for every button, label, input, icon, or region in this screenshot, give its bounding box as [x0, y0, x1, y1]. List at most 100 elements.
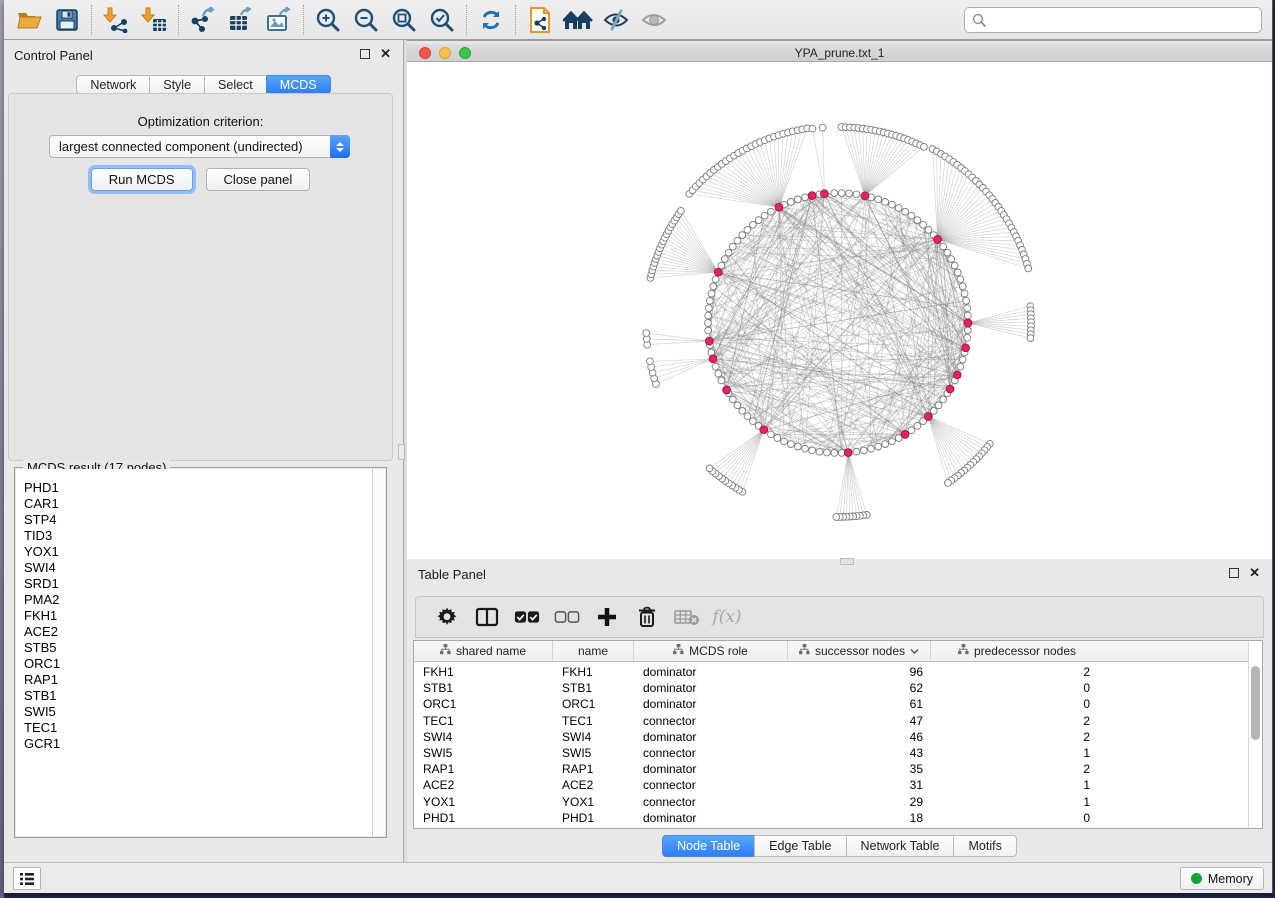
hide-selected-eye-slash-button[interactable]	[597, 3, 635, 37]
mcds-result-item[interactable]: FKH1	[16, 608, 372, 624]
mcds-result-item[interactable]: ORC1	[16, 656, 372, 672]
zoom-fit-button[interactable]	[385, 3, 423, 37]
splitter-grip[interactable]	[398, 444, 405, 460]
tab-style[interactable]: Style	[149, 75, 204, 94]
column-header-label: predecessor nodes	[974, 644, 1076, 658]
mcds-result-item[interactable]: RAP1	[16, 672, 372, 688]
cell-successor_nodes: 18	[788, 810, 931, 826]
column-header-name[interactable]: name	[553, 641, 634, 661]
cell-name: ACE2	[553, 777, 634, 793]
tab-motifs[interactable]: Motifs	[953, 835, 1016, 857]
mcds-result-item[interactable]: PMA2	[16, 592, 372, 608]
mcds-result-item[interactable]: STB5	[16, 640, 372, 656]
tab-network-table[interactable]: Network Table	[846, 835, 954, 857]
column-header-label: name	[578, 644, 608, 658]
tab-edge-table[interactable]: Edge Table	[754, 835, 845, 857]
toolbar-separator	[515, 5, 516, 35]
mcds-result-item[interactable]: YOX1	[16, 544, 372, 560]
tab-select[interactable]: Select	[204, 75, 266, 94]
export-image-button[interactable]	[260, 3, 298, 37]
first-neighbors-button[interactable]	[559, 3, 597, 37]
network-from-selection-button[interactable]	[521, 3, 559, 37]
mcds-result-item[interactable]: SRD1	[16, 576, 372, 592]
cell-mcds_role: dominator	[634, 729, 788, 745]
refresh-layout-button[interactable]	[472, 3, 510, 37]
import-network-button[interactable]	[97, 3, 135, 37]
column-header-shared-name[interactable]: shared name	[414, 641, 553, 661]
tab-network[interactable]: Network	[76, 75, 149, 94]
task-history-button[interactable]	[13, 867, 41, 890]
mcds-result-item[interactable]: SWI5	[16, 704, 372, 720]
node-table-scrollbar-thumb[interactable]	[1251, 666, 1260, 740]
close-table-panel-icon[interactable]: ✕	[1249, 568, 1260, 578]
table-row[interactable]: ORC1ORC1dominator610	[414, 696, 1248, 712]
float-panel-icon[interactable]	[360, 49, 370, 59]
save-session-button[interactable]	[48, 3, 86, 37]
shared-column-icon	[799, 644, 810, 658]
float-table-panel-icon[interactable]	[1229, 568, 1239, 578]
open-session-button[interactable]	[10, 3, 48, 37]
add-column-plus-icon[interactable]	[594, 604, 620, 630]
memory-button[interactable]: Memory	[1180, 867, 1264, 890]
export-network-button[interactable]	[184, 3, 222, 37]
table-row[interactable]: FKH1FKH1dominator962	[414, 664, 1248, 680]
export-table-button[interactable]	[222, 3, 260, 37]
mcds-result-item[interactable]: CAR1	[16, 496, 372, 512]
search-input[interactable]	[987, 10, 1261, 30]
cytoscape-window: Control Panel ✕ NetworkStyleSelectMCDS O…	[4, 0, 1273, 893]
show-all-eye-button[interactable]	[635, 3, 673, 37]
table-row[interactable]: SWI4SWI4dominator462	[414, 729, 1248, 745]
mcds-result-item[interactable]: TID3	[16, 528, 372, 544]
mcds-result-item[interactable]: GCR1	[16, 736, 372, 752]
close-panel-button[interactable]: Close panel	[206, 168, 311, 191]
mcds-result-item[interactable]: TEC1	[16, 720, 372, 736]
shared-column-icon	[440, 644, 451, 658]
mcds-panel: Optimization criterion: largest connecte…	[8, 93, 393, 461]
column-header-successor-nodes[interactable]: successor nodes	[788, 641, 931, 661]
zoom-selected-button[interactable]	[423, 3, 461, 37]
toolbar-separator	[466, 5, 467, 35]
unselect-all-columns-icon[interactable]	[554, 604, 580, 630]
run-mcds-button[interactable]: Run MCDS	[91, 168, 193, 191]
zoom-out-button[interactable]	[347, 3, 385, 37]
table-row[interactable]: TEC1TEC1connector472	[414, 713, 1248, 729]
table-row[interactable]: PHD1PHD1dominator180	[414, 810, 1248, 826]
list-icon	[19, 872, 35, 886]
mcds-result-item[interactable]: ACE2	[16, 624, 372, 640]
mcds-result-scrollbar[interactable]	[372, 469, 385, 836]
zoom-in-button[interactable]	[309, 3, 347, 37]
mcds-result-item[interactable]: SWI4	[16, 560, 372, 576]
toolbar-separator	[91, 5, 92, 35]
table-options-gear-icon[interactable]	[434, 604, 460, 630]
close-panel-icon[interactable]: ✕	[380, 49, 391, 59]
table-row[interactable]: YOX1YOX1connector291	[414, 794, 1248, 810]
cell-successor_nodes: 62	[788, 680, 931, 696]
search-box[interactable]	[964, 7, 1262, 33]
table-row[interactable]: ACE2ACE2connector311	[414, 777, 1248, 793]
import-table-button[interactable]	[135, 3, 173, 37]
cell-mcds_role: dominator	[634, 680, 788, 696]
cell-successor_nodes: 35	[788, 761, 931, 777]
mcds-result-item[interactable]: PHD1	[16, 480, 372, 496]
tab-mcds[interactable]: MCDS	[266, 75, 331, 94]
fx-label: f(x)	[712, 607, 741, 627]
table-row[interactable]: SWI5SWI5connector431	[414, 745, 1248, 761]
cell-shared_name: SWI4	[414, 729, 553, 745]
network-canvas[interactable]	[407, 62, 1272, 559]
table-row[interactable]: RAP1RAP1dominator352	[414, 761, 1248, 777]
column-header-predecessor-nodes[interactable]: predecessor nodes	[931, 641, 1103, 661]
select-all-columns-icon[interactable]	[514, 604, 540, 630]
show-columns-icon[interactable]	[474, 604, 500, 630]
table-row[interactable]: STB1STB1dominator620	[414, 680, 1248, 696]
table-panel-tabs: Node TableEdge TableNetwork TableMotifs	[407, 835, 1272, 857]
horizontal-splitter-grip[interactable]	[840, 558, 854, 565]
optimization-criterion-select[interactable]: largest connected component (undirected)	[49, 135, 350, 158]
column-header-MCDS-role[interactable]: MCDS role	[634, 641, 788, 661]
cell-mcds_role: dominator	[634, 810, 788, 826]
cell-mcds_role: connector	[634, 713, 788, 729]
delete-columns-trash-icon[interactable]	[634, 604, 660, 630]
tab-node-table[interactable]: Node Table	[662, 835, 754, 857]
mcds-result-item[interactable]: STP4	[16, 512, 372, 528]
node-table-scrollbar[interactable]	[1248, 641, 1262, 828]
mcds-result-item[interactable]: STB1	[16, 688, 372, 704]
